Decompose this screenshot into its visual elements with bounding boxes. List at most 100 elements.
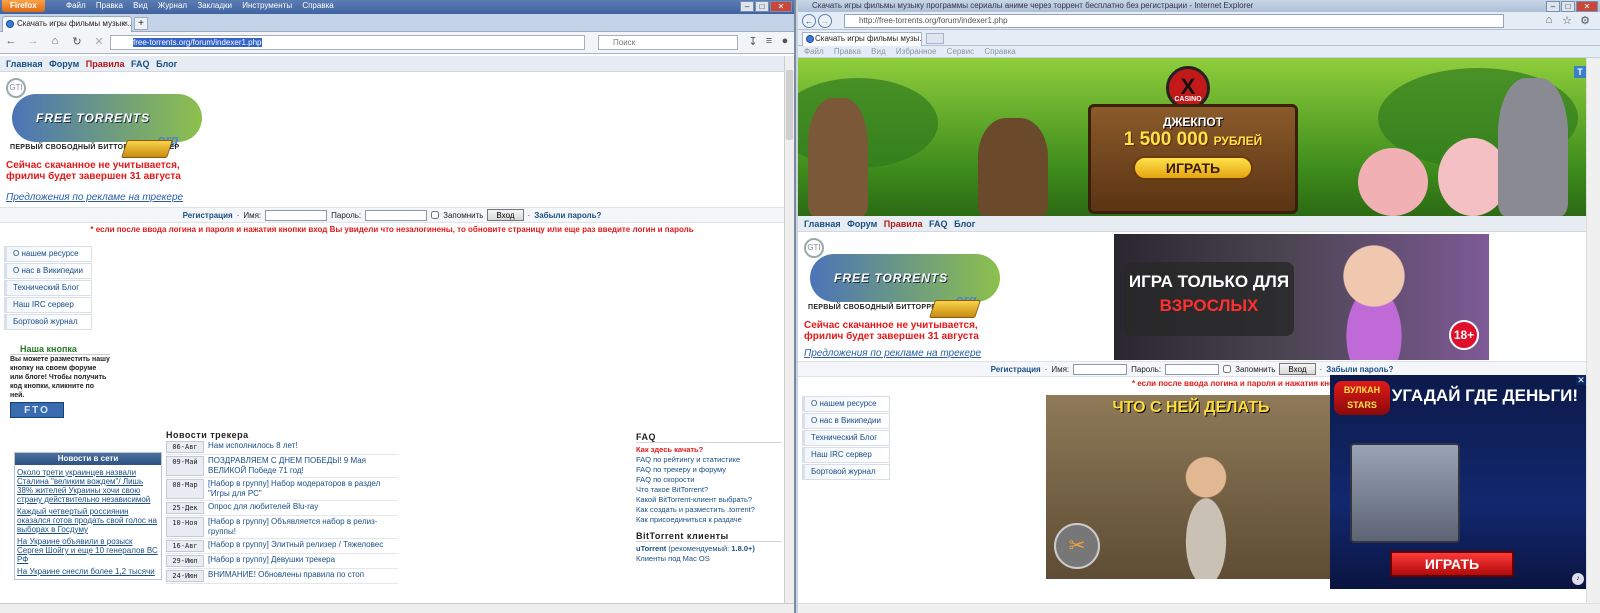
forgot-password-link[interactable]: Забыли пароль?: [534, 211, 601, 220]
sidebar-item-log[interactable]: Бортовой журнал: [4, 314, 92, 330]
game-girl-ad[interactable]: ЧТО С НЕЙ ДЕЛАТЬ ✂: [1046, 395, 1336, 579]
faq-link[interactable]: FAQ по рейтингу и статистике: [636, 455, 782, 465]
firefox-tab-active[interactable]: Скачать игры фильмы музык... ×: [2, 16, 132, 32]
menu-file[interactable]: Файл: [66, 1, 86, 10]
adult-game-ad[interactable]: ИГРА ТОЛЬКО ДЛЯ ВЗРОСЛЫХ 18+: [1114, 234, 1489, 360]
maximize-icon[interactable]: □: [1561, 1, 1575, 12]
menu-view[interactable]: Вид: [133, 1, 147, 10]
faq-link[interactable]: Как присоединиться к раздаче: [636, 515, 782, 525]
minimize-icon[interactable]: –: [740, 1, 754, 12]
extension-icon[interactable]: ●: [778, 35, 792, 47]
sidebar-item-tech-blog[interactable]: Технический Блог: [4, 280, 92, 296]
firefox-menu-button[interactable]: Firefox: [2, 0, 45, 12]
nav-blog[interactable]: Блог: [954, 219, 975, 229]
faq-link[interactable]: Как создать и разместить .torrent?: [636, 505, 782, 515]
ie-horizontal-scrollbar[interactable]: [798, 603, 1600, 613]
nav-faq[interactable]: FAQ: [929, 219, 948, 229]
ie-menu-tools[interactable]: Сервис: [947, 47, 974, 56]
nav-forum[interactable]: Форум: [49, 59, 79, 69]
speaker-icon[interactable]: ♪: [1572, 573, 1584, 585]
login-button[interactable]: Вход: [1279, 363, 1316, 375]
hamburger-menu-icon[interactable]: ≡: [762, 35, 776, 47]
nav-rules[interactable]: Правила: [86, 59, 125, 69]
scissors-icon[interactable]: ✂: [1054, 523, 1100, 569]
ad-corner-label[interactable]: T: [1574, 66, 1586, 78]
news-link[interactable]: ВНИМАНИЕ! Обновлены правила по стоп: [208, 570, 393, 582]
news-link[interactable]: [Набор в группу] Девушки трекера: [208, 555, 393, 567]
menu-tools[interactable]: Инструменты: [242, 1, 292, 10]
ad-offers-link[interactable]: Предложения по рекламе на трекере: [804, 348, 981, 359]
site-logo[interactable]: GTI FREE TORRENTS .org ПЕРВЫЙ СВОБОДНЫЙ …: [4, 76, 204, 158]
casino-play-button[interactable]: ИГРАТЬ: [1133, 156, 1253, 180]
sidebar-item-irc[interactable]: Наш IRC сервер: [4, 297, 92, 313]
news-link[interactable]: Опрос для любителей Blu-ray: [208, 502, 393, 514]
our-button-image[interactable]: FTO: [10, 402, 64, 418]
ie-vertical-scrollbar[interactable]: [1586, 58, 1600, 603]
casino-banner-ad[interactable]: CASINO ДЖЕКПОТ 1 500 000 РУБЛЕЙ ИГРАТЬ T: [798, 58, 1586, 216]
sidebar-item-about[interactable]: О нашем ресурсе: [802, 396, 890, 412]
firefox-horizontal-scrollbar[interactable]: [0, 603, 794, 613]
password-field[interactable]: [1165, 363, 1220, 375]
client-link[interactable]: Клиенты под Mac OS: [636, 554, 782, 564]
sidebar-item-tech-blog[interactable]: Технический Блог: [802, 430, 890, 446]
faq-link[interactable]: Какой BitTorrent-клиент выбрать?: [636, 495, 782, 505]
username-field[interactable]: [265, 209, 328, 221]
news-link[interactable]: ПОЗДРАВЛЯЕМ С ДНЕМ ПОБЕДЫ! 9 Мая ВЕЛИКОЙ…: [208, 456, 393, 476]
nav-blog[interactable]: Блог: [156, 59, 177, 69]
ie-menu-view[interactable]: Вид: [871, 47, 885, 56]
ie-menu-edit[interactable]: Правка: [834, 47, 861, 56]
ie-address-input[interactable]: http://free-torrents.org/forum/indexer1.…: [844, 14, 1504, 28]
faq-link[interactable]: FAQ по трекеру и форуму: [636, 465, 782, 475]
download-icon[interactable]: ↧: [746, 35, 760, 48]
forward-arrow-icon[interactable]: →: [818, 14, 832, 28]
menu-edit[interactable]: Правка: [96, 1, 123, 10]
faq-link[interactable]: FAQ по скорости: [636, 475, 782, 485]
ie-menu-favorites[interactable]: Избранное: [896, 47, 937, 56]
sidebar-item-log[interactable]: Бортовой журнал: [802, 464, 890, 480]
nav-home[interactable]: Главная: [804, 219, 841, 229]
reload-icon[interactable]: ↻: [70, 35, 84, 48]
home-icon[interactable]: ⌂: [1542, 14, 1556, 26]
register-link[interactable]: Регистрация: [991, 365, 1041, 374]
ie-tab-active[interactable]: Скачать игры фильмы музы...: [802, 32, 922, 46]
ie-new-tab-button[interactable]: [926, 33, 944, 44]
gear-icon[interactable]: ⚙: [1578, 14, 1592, 27]
remember-checkbox[interactable]: [431, 211, 440, 219]
forward-arrow-icon[interactable]: →: [26, 35, 40, 47]
login-button[interactable]: Вход: [487, 209, 524, 221]
news-link[interactable]: [Набор в группу] Элитный релизер / Тяжел…: [208, 540, 393, 552]
sidebar-item-irc[interactable]: Наш IRC сервер: [802, 447, 890, 463]
back-arrow-icon[interactable]: ←: [802, 14, 816, 28]
ie-menu-file[interactable]: Файл: [804, 47, 824, 56]
client-link[interactable]: uTorrent (рекомендуемый: 1.8.0+): [636, 544, 782, 554]
faq-link[interactable]: Что такое BitTorrent?: [636, 485, 782, 495]
username-field[interactable]: [1073, 363, 1128, 375]
search-input[interactable]: Поиск: [598, 35, 738, 50]
ad-close-icon[interactable]: ✕: [1576, 375, 1586, 385]
net-news-item[interactable]: Около трети украинцев назвали Сталина "в…: [17, 468, 159, 504]
sidebar-item-wikipedia[interactable]: О нас в Википедии: [4, 263, 92, 279]
close-icon[interactable]: ✕: [770, 1, 792, 12]
vulkan-play-button[interactable]: ИГРАТЬ: [1390, 551, 1514, 577]
new-tab-button[interactable]: +: [134, 17, 148, 30]
news-link[interactable]: [Набор в группу] Набор модераторов в раз…: [208, 479, 393, 499]
close-icon[interactable]: ✕: [1576, 1, 1598, 12]
home-icon[interactable]: ⌂: [48, 35, 62, 47]
nav-forum[interactable]: Форум: [847, 219, 877, 229]
nav-faq[interactable]: FAQ: [131, 59, 150, 69]
tab-close-icon[interactable]: ×: [123, 17, 128, 31]
maximize-icon[interactable]: □: [755, 1, 769, 12]
scrollbar-thumb[interactable]: [786, 70, 793, 140]
remember-checkbox[interactable]: [1223, 365, 1232, 373]
menu-help[interactable]: Справка: [302, 1, 333, 10]
firefox-vertical-scrollbar[interactable]: [784, 56, 794, 603]
ie-site-logo[interactable]: GTI FREE TORRENTS .org ПЕРВЫЙ СВОБОДНЫЙ …: [802, 236, 1002, 318]
register-link[interactable]: Регистрация: [183, 211, 233, 220]
back-arrow-icon[interactable]: ←: [4, 35, 18, 47]
news-link[interactable]: [Набор в группу] Объявляется набор в рел…: [208, 517, 393, 537]
password-field[interactable]: [365, 209, 428, 221]
ad-offers-link[interactable]: Предложения по рекламе на трекере: [6, 192, 183, 203]
sidebar-item-wikipedia[interactable]: О нас в Википедии: [802, 413, 890, 429]
forgot-password-link[interactable]: Забыли пароль?: [1326, 365, 1393, 374]
news-link[interactable]: Нам исполнилось 8 лет!: [208, 441, 393, 453]
